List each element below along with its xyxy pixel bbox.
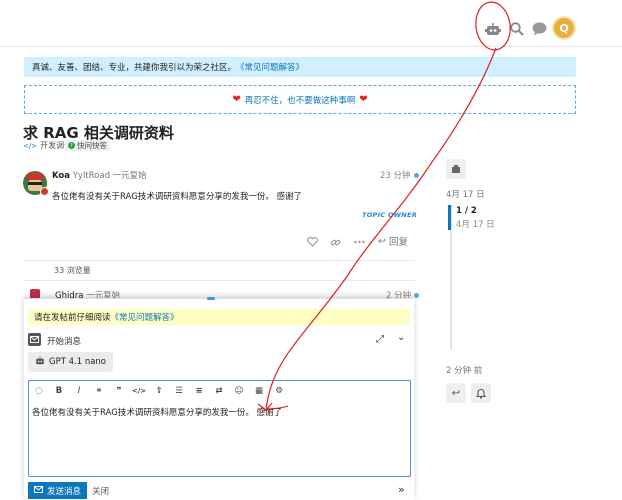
post-time[interactable]: 23 分钟 bbox=[380, 169, 419, 181]
unread-dot bbox=[413, 172, 419, 178]
chat-bubble-icon[interactable] bbox=[530, 20, 548, 38]
notice-text: 再忍不住，也不要做这种事啊 bbox=[244, 95, 356, 106]
envelope-icon bbox=[34, 485, 43, 496]
notification-bell-button[interactable] bbox=[471, 383, 491, 403]
close-composer-link[interactable]: 关闭 bbox=[92, 485, 109, 497]
views-count: 33 浏览量 bbox=[54, 266, 91, 275]
faq-link[interactable]: 《常见问题解答》 bbox=[236, 61, 304, 73]
reply-icon: ↩ bbox=[378, 235, 386, 247]
post-body: 各位佬有没有关于RAG技术调研资料愿意分享的发我一份。 感谢了 bbox=[52, 192, 303, 202]
timeline-reply-button[interactable]: ↩ bbox=[446, 383, 466, 403]
timeline-last-post[interactable]: 2 分钟 前 bbox=[446, 364, 482, 376]
code-icon: </> bbox=[23, 141, 38, 150]
chat-bubble-icon[interactable]: ◌ bbox=[32, 384, 46, 398]
topic-owner-badge: TOPIC OWNER bbox=[362, 211, 418, 219]
composer-resize-grip[interactable] bbox=[207, 297, 215, 300]
timeline-start-date[interactable]: 4月 17 日 bbox=[446, 188, 485, 200]
more-icon[interactable] bbox=[354, 235, 365, 249]
header-divider bbox=[0, 46, 622, 47]
calendar-icon[interactable]: ▦ bbox=[252, 384, 266, 398]
expand-icon[interactable]: ⤢ bbox=[376, 334, 384, 345]
robot-icon[interactable] bbox=[484, 20, 502, 38]
timeline-position: 1 / 2 bbox=[456, 206, 477, 216]
composer-notice: 请在发帖前仔细阅读 《常见问题解答》 bbox=[28, 309, 410, 325]
bulleted-list-icon[interactable]: ☰ bbox=[172, 384, 186, 398]
upload-icon[interactable]: ⇪ bbox=[152, 384, 166, 398]
post-divider bbox=[23, 260, 415, 261]
editor-toolbar: ◌ B I ⚭ ❞ </> ⇪ ☰ ≡ ⇄ ☺ ▦ ⚙ bbox=[30, 382, 409, 399]
composer-mode-label: 开始消息 bbox=[47, 337, 82, 347]
post-divider bbox=[23, 280, 415, 281]
notice-banner: ❤ 再忍不住，也不要做这种事啊 ❤ bbox=[24, 85, 576, 114]
robot-icon bbox=[35, 356, 45, 368]
reply-icon: ↩ bbox=[451, 387, 461, 399]
quote-icon[interactable]: ❞ bbox=[112, 384, 126, 398]
banner-text: 真诚、友善、团结、专业，共建你我引以为荣之社区。 bbox=[32, 63, 237, 73]
link-icon[interactable]: ⚭ bbox=[92, 384, 106, 398]
unread-dot bbox=[414, 292, 420, 298]
emoji-icon[interactable]: ☺ bbox=[232, 384, 246, 398]
like-icon[interactable] bbox=[307, 235, 318, 249]
timeline-position-date: 4月 17 日 bbox=[456, 220, 495, 230]
search-icon[interactable] bbox=[508, 20, 526, 38]
heart-icon: ❤ bbox=[232, 94, 241, 105]
flair-badge bbox=[40, 187, 49, 196]
numbered-list-icon[interactable]: ≡ bbox=[192, 384, 206, 398]
heart-icon: ❤ bbox=[359, 94, 368, 105]
editor-content[interactable]: 各位佬有没有关于RAG技术调研资料愿意分享的发我一份。 感谢了 bbox=[32, 406, 282, 418]
send-button[interactable]: 发送消息 bbox=[28, 482, 88, 499]
link-icon[interactable] bbox=[330, 235, 341, 249]
double-chevron-icon[interactable]: » bbox=[398, 483, 405, 496]
bold-icon[interactable]: B bbox=[52, 384, 66, 398]
faq-link[interactable]: 《常见问题解答》 bbox=[111, 311, 179, 323]
timeline-handle[interactable] bbox=[448, 205, 451, 230]
user-avatar[interactable]: Q bbox=[554, 18, 574, 38]
welcome-banner: 真诚、友善、团结、专业，共建你我引以为荣之社区。 《常见问题解答》 bbox=[24, 57, 576, 77]
code-icon[interactable]: </> bbox=[132, 384, 146, 398]
envelope-icon[interactable] bbox=[28, 333, 41, 346]
reply-button[interactable]: ↩ 回复 bbox=[378, 234, 408, 249]
gear-icon[interactable]: ⚙ bbox=[272, 384, 286, 398]
swap-icon[interactable]: ⇄ bbox=[212, 384, 226, 398]
question-icon: ? bbox=[68, 142, 75, 149]
italic-icon[interactable]: I bbox=[72, 384, 86, 398]
poster-name[interactable]: Koa YyltRoad 一元复始 bbox=[52, 169, 147, 181]
model-selector[interactable]: GPT 4.1 nano bbox=[28, 352, 114, 372]
chevron-down-icon[interactable]: ⌄ bbox=[397, 332, 405, 343]
tag-badge[interactable]: ? 快问快答 bbox=[65, 140, 110, 151]
timeline-jump-button[interactable] bbox=[446, 159, 466, 179]
